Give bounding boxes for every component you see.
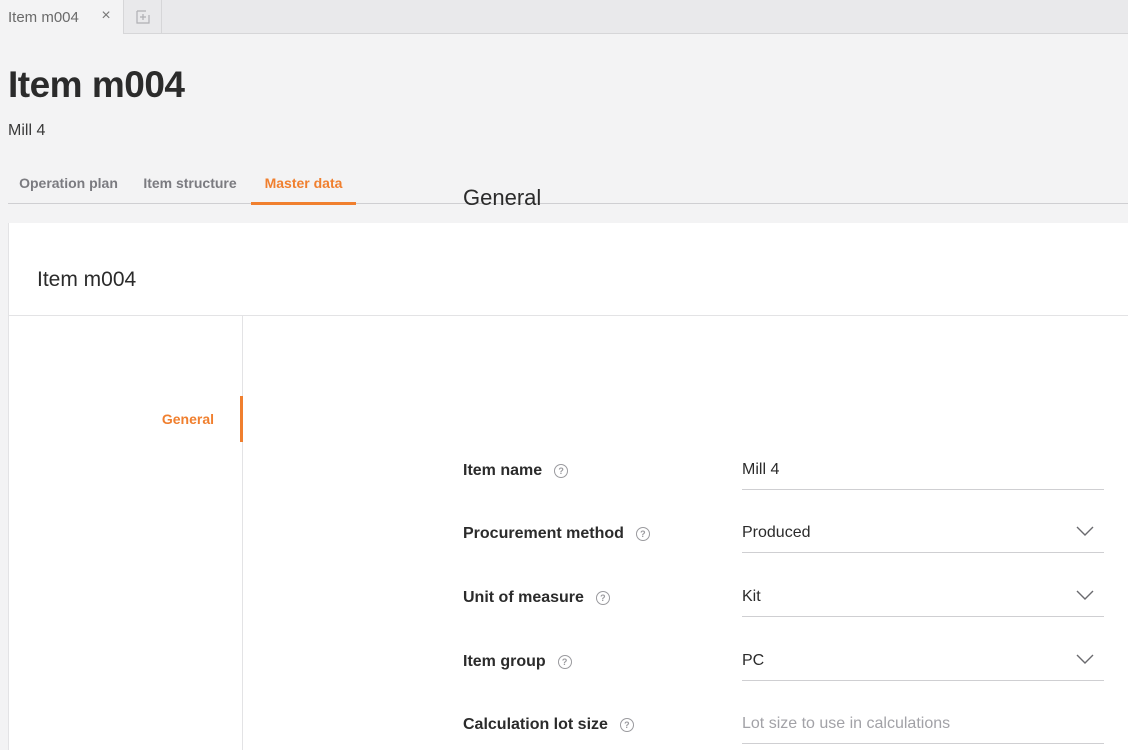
chevron-down-icon bbox=[1076, 654, 1094, 664]
help-icon[interactable]: ? bbox=[557, 655, 572, 669]
tab-operation-plan[interactable]: Operation plan bbox=[8, 162, 129, 204]
page-title: Item m004 bbox=[8, 64, 185, 105]
document-tab[interactable]: Item m004 × bbox=[0, 0, 124, 34]
help-icon[interactable]: ? bbox=[619, 718, 634, 732]
help-icon[interactable]: ? bbox=[635, 527, 650, 541]
unit-of-measure-select[interactable]: Kit bbox=[742, 577, 1104, 617]
unit-of-measure-value: Kit bbox=[742, 587, 761, 605]
form-row-item-group: Item group ? PC bbox=[463, 641, 1104, 681]
add-tab-icon bbox=[136, 10, 150, 24]
card-title: Item m004 bbox=[37, 268, 137, 291]
calculation-lot-size-input[interactable] bbox=[742, 714, 1104, 733]
field-label-text: Item group bbox=[463, 653, 546, 670]
tab-item-structure[interactable]: Item structure bbox=[129, 162, 251, 204]
field-label: Item group ? bbox=[463, 653, 572, 671]
new-tab-button[interactable] bbox=[125, 0, 162, 34]
field-label-text: Unit of measure bbox=[463, 589, 584, 606]
form-row-procurement-method: Procurement method ? Produced bbox=[463, 513, 1104, 553]
help-icon[interactable]: ? bbox=[554, 464, 569, 478]
field-label: Procurement method ? bbox=[463, 525, 650, 543]
document-tab-label: Item m004 bbox=[8, 8, 79, 26]
form-row-item-name: Item name ? bbox=[463, 450, 1104, 490]
chevron-down-icon bbox=[1076, 526, 1094, 536]
help-icon[interactable]: ? bbox=[595, 591, 610, 605]
form-row-calculation-lot-size: Calculation lot size ? bbox=[463, 704, 1104, 744]
field-label-text: Calculation lot size bbox=[463, 716, 608, 733]
field-label: Calculation lot size ? bbox=[463, 716, 634, 734]
calculation-lot-size-field[interactable] bbox=[742, 704, 1104, 744]
chevron-down-icon bbox=[1076, 590, 1094, 600]
field-label: Unit of measure ? bbox=[463, 589, 610, 607]
field-label-text: Item name bbox=[463, 462, 543, 479]
procurement-method-value: Produced bbox=[742, 523, 811, 541]
form-row-unit-of-measure: Unit of measure ? Kit bbox=[463, 577, 1104, 617]
item-group-value: PC bbox=[742, 651, 765, 669]
card-header: Item m004 bbox=[9, 223, 1128, 316]
item-name-input[interactable] bbox=[742, 460, 1104, 479]
field-label-text: Procurement method bbox=[463, 525, 624, 542]
close-icon[interactable]: × bbox=[98, 8, 114, 24]
tab-master-data[interactable]: Master data bbox=[251, 162, 356, 205]
page-subtitle: Mill 4 bbox=[8, 122, 46, 139]
item-name-field[interactable] bbox=[742, 450, 1104, 490]
side-nav: General bbox=[9, 316, 243, 750]
side-nav-item-general[interactable]: General bbox=[102, 396, 243, 442]
section-tabs: Operation plan Item structure Master dat… bbox=[8, 162, 1128, 205]
document-tab-bar: Item m004 × bbox=[0, 0, 1128, 34]
procurement-method-select[interactable]: Produced bbox=[742, 513, 1104, 553]
field-label: Item name ? bbox=[463, 462, 569, 480]
form-section-title: General bbox=[463, 185, 542, 210]
item-group-select[interactable]: PC bbox=[742, 641, 1104, 681]
